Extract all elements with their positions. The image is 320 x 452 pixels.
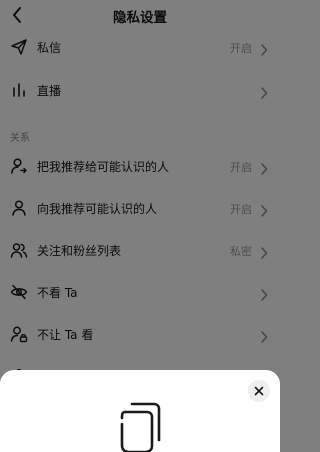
close-icon[interactable] xyxy=(248,380,270,402)
bottom-sheet xyxy=(0,370,280,452)
documents-icon xyxy=(116,400,164,452)
